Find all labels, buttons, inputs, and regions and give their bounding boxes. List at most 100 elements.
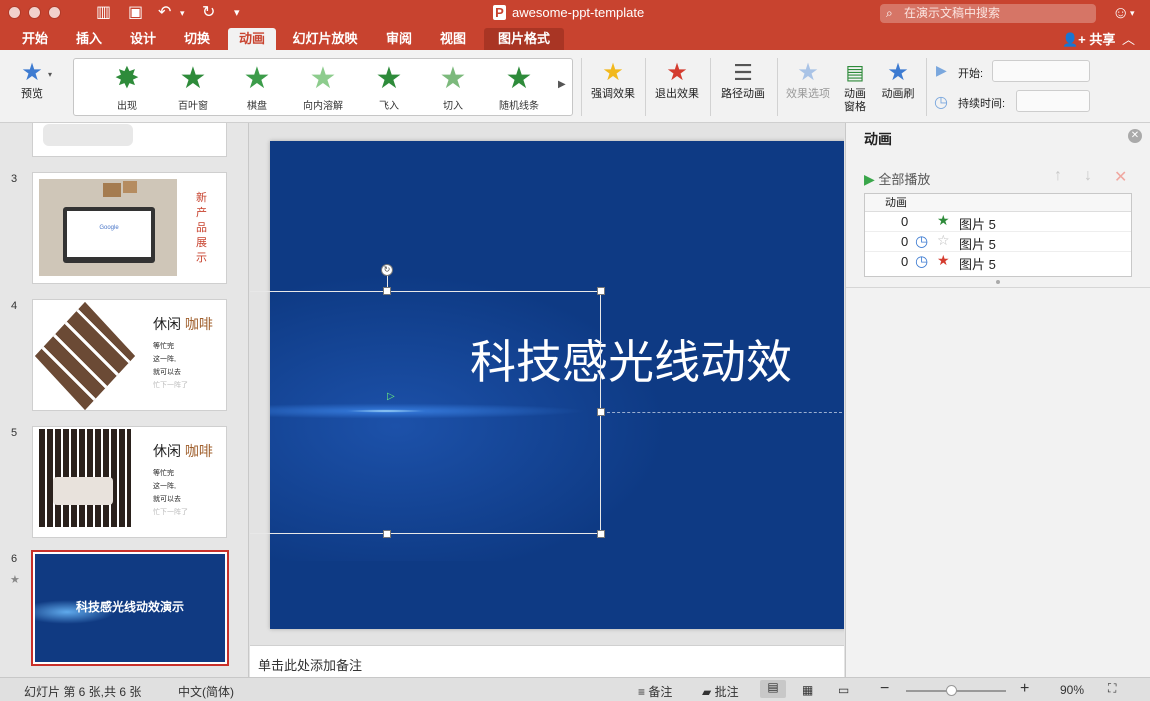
- search-input[interactable]: ⌕ 在演示文稿中搜索: [880, 4, 1096, 23]
- effect-appear[interactable]: ✸ 出现: [94, 61, 160, 112]
- rotate-handle-icon[interactable]: ↻: [381, 264, 393, 276]
- slide-thumbnail-panel: 3 Google 新产品展示 4 休闲 咖啡 等忙完 这一阵, 就可以去 忙下一…: [0, 123, 249, 677]
- slide-sorter-button[interactable]: ▦: [802, 683, 813, 697]
- effect-checkerboard[interactable]: ★ 棋盘: [224, 61, 290, 112]
- play-all-button[interactable]: ▶ 全部播放: [864, 169, 930, 188]
- sidebar-toggle-icon[interactable]: ▥: [96, 4, 111, 22]
- slide-number: 6: [11, 553, 18, 565]
- tab-animations[interactable]: 动画: [228, 28, 276, 50]
- resize-handle[interactable]: [383, 287, 391, 295]
- move-up-icon[interactable]: ↑: [1054, 167, 1062, 185]
- animation-pane-button[interactable]: ▤ 动画 窗格: [838, 58, 872, 114]
- effect-label: 切入: [443, 101, 463, 112]
- effect-label: 向内溶解: [303, 101, 343, 112]
- feedback-dropdown-icon[interactable]: ▾: [1130, 4, 1135, 22]
- zoom-level-text[interactable]: 90%: [1060, 683, 1084, 697]
- slide-thumbnail-6[interactable]: 科技感光线动效演示: [31, 550, 229, 666]
- note-card-graphic: [103, 183, 121, 197]
- preview-dropdown-icon[interactable]: ▾: [48, 70, 52, 79]
- reading-view-button[interactable]: ▭: [838, 683, 849, 697]
- effect-options-button[interactable]: ★ 效果选项: [782, 58, 834, 101]
- close-pane-icon[interactable]: ✕: [1128, 129, 1142, 143]
- duration-clock-icon: ◷: [934, 94, 948, 111]
- tab-picture-format[interactable]: 图片格式: [484, 28, 564, 50]
- map-graphic: [43, 124, 133, 146]
- resize-handle[interactable]: [597, 287, 605, 295]
- close-window-button[interactable]: [8, 6, 21, 19]
- after-previous-clock-icon: ◷: [915, 253, 929, 270]
- animation-painter-button[interactable]: ★ 动画刷: [876, 58, 920, 101]
- body-line: 等忙完: [153, 470, 174, 477]
- customize-toolbar-icon[interactable]: ▾: [234, 4, 240, 22]
- animation-row[interactable]: 0 ★ 图片 5: [865, 212, 1131, 232]
- maximize-window-button[interactable]: [48, 6, 61, 19]
- tab-design[interactable]: 设计: [122, 28, 164, 50]
- minimize-window-button[interactable]: [28, 6, 41, 19]
- effect-random-bars[interactable]: ★ 随机线条: [486, 61, 552, 112]
- start-select[interactable]: [992, 60, 1090, 82]
- body-line: 这一阵,: [153, 483, 176, 490]
- animation-row[interactable]: 0 ◷ ☆ 图片 5: [865, 232, 1131, 252]
- exit-star-icon: ★: [937, 252, 950, 268]
- undo-icon[interactable]: ↶: [158, 4, 171, 22]
- slide-thumbnail-2[interactable]: [32, 123, 227, 157]
- effect-fly-in[interactable]: ★ 飞入: [356, 61, 422, 112]
- undo-dropdown-icon[interactable]: ▾: [180, 4, 185, 22]
- play-icon: ▶: [864, 171, 875, 187]
- gallery-scroll-right-icon[interactable]: ▶: [558, 79, 566, 90]
- zoom-slider[interactable]: [906, 685, 1006, 696]
- tab-review[interactable]: 审阅: [378, 28, 420, 50]
- share-button[interactable]: 👤+ 共享: [1062, 29, 1115, 48]
- tab-home[interactable]: 开始: [14, 28, 56, 50]
- smiley-feedback-icon[interactable]: ☺: [1112, 4, 1129, 22]
- duration-input[interactable]: [1016, 90, 1090, 112]
- notes-area[interactable]: 单击此处添加备注: [250, 645, 844, 677]
- slide-editing-canvas[interactable]: 科技感光线动效 ▷ ↻: [250, 123, 844, 645]
- laptop-graphic: Google: [63, 207, 155, 263]
- comments-button[interactable]: ▰ 批注: [702, 683, 739, 700]
- tab-view[interactable]: 视图: [432, 28, 474, 50]
- collapse-ribbon-icon[interactable]: ︿: [1122, 29, 1135, 48]
- motion-path-line: [602, 412, 842, 413]
- zoom-in-button[interactable]: +: [1020, 680, 1029, 698]
- slide-6-title: 科技感光线动效演示: [75, 600, 184, 614]
- animation-painter-icon: ★: [887, 59, 909, 86]
- effect-peek-in[interactable]: ★ 切入: [420, 61, 486, 112]
- zoom-slider-knob[interactable]: [946, 685, 957, 696]
- animation-order: 0: [901, 234, 909, 249]
- slide-thumbnail-4[interactable]: 休闲 咖啡 等忙完 这一阵, 就可以去 忙下一阵了: [32, 299, 227, 411]
- animation-row[interactable]: 0 ◷ ★ 图片 5: [865, 252, 1131, 272]
- slide-thumbnail-3[interactable]: Google 新产品展示: [32, 172, 227, 284]
- effect-label: 飞入: [379, 101, 399, 112]
- move-down-icon[interactable]: ↓: [1084, 167, 1092, 185]
- body-line: 等忙完: [153, 343, 174, 350]
- resize-handle[interactable]: [597, 408, 605, 416]
- animation-pane: 动画 ✕ ▶ 全部播放 ↑ ↓ ✕ 动画 0 ★ 图片 5 0 ◷ ☆ 图片 5…: [845, 123, 1150, 677]
- save-icon[interactable]: ▣: [128, 4, 143, 22]
- resize-handle[interactable]: [383, 530, 391, 538]
- resize-handle[interactable]: [597, 530, 605, 538]
- tab-insert[interactable]: 插入: [68, 28, 110, 50]
- zoom-out-button[interactable]: −: [880, 680, 889, 698]
- effect-blinds[interactable]: ★ 百叶窗: [160, 61, 226, 112]
- pane-splitter[interactable]: [846, 287, 1150, 288]
- delete-animation-icon[interactable]: ✕: [1114, 167, 1127, 187]
- path-label: 路径动画: [721, 88, 765, 100]
- slide-thumbnail-5[interactable]: 休闲 咖啡 等忙完 这一阵, 就可以去 忙下一阵了: [32, 426, 227, 538]
- preview-button[interactable]: ★ 预览: [8, 58, 56, 101]
- fit-to-window-icon[interactable]: ⛶: [1108, 681, 1116, 696]
- motion-paths-button[interactable]: ☰ 路径动画: [716, 58, 770, 101]
- language-text[interactable]: 中文(简体): [178, 683, 234, 700]
- normal-view-button[interactable]: ▤: [760, 680, 786, 698]
- picture-selection-box[interactable]: [250, 291, 601, 534]
- tab-transitions[interactable]: 切换: [176, 28, 218, 50]
- coffee-cup-graphic: [53, 477, 113, 505]
- splitter-grip-icon[interactable]: [996, 280, 1000, 284]
- emphasis-effects-button[interactable]: ★ 强调效果: [588, 58, 638, 101]
- exit-effects-button[interactable]: ★ 退出效果: [652, 58, 702, 101]
- notes-toggle-button[interactable]: ≡ 备注: [638, 683, 672, 700]
- redo-icon[interactable]: ↻: [202, 4, 215, 22]
- effect-dissolve-in[interactable]: ★ 向内溶解: [290, 61, 356, 112]
- tab-slideshow[interactable]: 幻灯片放映: [284, 28, 366, 50]
- search-placeholder: 在演示文稿中搜索: [904, 6, 1001, 20]
